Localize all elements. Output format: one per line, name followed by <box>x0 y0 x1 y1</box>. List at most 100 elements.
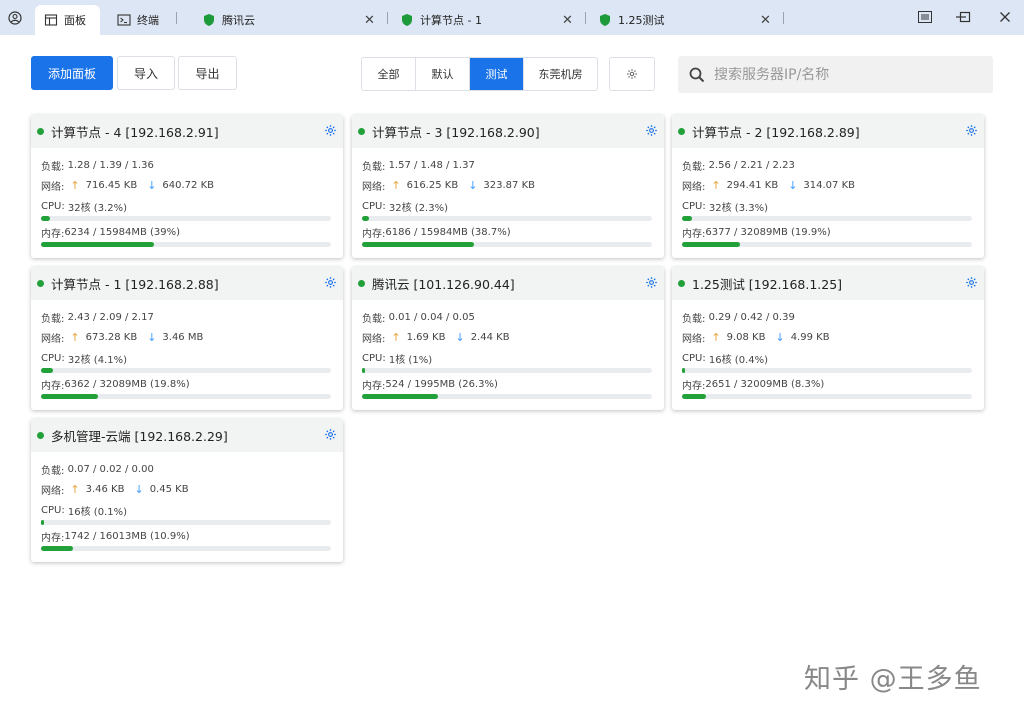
arrow-down-icon: ↓ <box>468 179 478 193</box>
server-card[interactable]: 计算节点 - 2 [192.168.2.89] 负载: 2.56 / 2.21 /… <box>672 115 984 258</box>
gear-icon[interactable] <box>324 428 337 441</box>
gear-icon[interactable] <box>965 124 978 137</box>
mem-label: 内存: <box>41 381 65 393</box>
menu-button[interactable] <box>917 9 933 25</box>
server-card[interactable]: 计算节点 - 3 [192.168.2.90] 负载: 1.57 / 1.48 /… <box>352 115 664 258</box>
load-row: 负载: 0.29 / 0.42 / 0.39 <box>682 307 974 328</box>
user-icon[interactable] <box>8 11 22 25</box>
load-value: 2.43 / 2.09 / 2.17 <box>67 311 154 323</box>
close-icon[interactable]: ✕ <box>760 13 771 28</box>
close-icon[interactable]: ✕ <box>562 13 573 28</box>
card-title: 计算节点 - 3 [192.168.2.90] <box>372 125 540 140</box>
load-label: 负载: <box>41 313 65 325</box>
card-title: 1.25测试 [192.168.1.25] <box>692 277 843 292</box>
network-row: 网络: ↑ 3.46 KB ↓ 0.45 KB <box>41 480 333 501</box>
search-input[interactable] <box>714 66 964 83</box>
mem-row: 内存: 6362 / 32089MB (19.8%) <box>41 375 333 396</box>
cpu-bar-fill <box>682 215 692 221</box>
network-row: 网络: ↑ 1.69 KB ↓ 2.44 KB <box>362 328 654 349</box>
add-panel-button[interactable]: 添加面板 <box>31 56 113 90</box>
net-up-value: 3.46 KB <box>85 484 125 496</box>
cpu-value: 16核 (0.1%) <box>67 506 128 518</box>
network-row: 网络: ↑ 616.25 KB ↓ 323.87 KB <box>362 176 654 197</box>
card-body: 负载: 1.28 / 1.39 / 1.36 网络: ↑ 716.45 KB ↓ 640.… <box>31 148 343 247</box>
load-label: 负载: <box>682 161 706 173</box>
gear-icon[interactable] <box>645 276 658 289</box>
import-button[interactable]: 导入 <box>117 56 175 90</box>
menu-icon <box>918 11 932 23</box>
mem-bar <box>682 242 972 247</box>
arrow-down-icon: ↓ <box>455 331 465 345</box>
mem-bar <box>362 394 652 399</box>
cpu-row: CPU: 16核 (0.4%) <box>682 348 974 369</box>
server-card[interactable]: 计算节点 - 1 [192.168.2.88] 负载: 2.43 / 2.09 /… <box>31 267 343 410</box>
cpu-row: CPU: 32核 (3.3%) <box>682 196 974 217</box>
mem-row: 内存: 2651 / 32009MB (8.3%) <box>682 375 974 396</box>
arrow-up-icon: ↑ <box>391 179 401 193</box>
card-body: 负载: 0.29 / 0.42 / 0.39 网络: ↑ 9.08 KB ↓ 4.99 K… <box>672 300 984 399</box>
gear-icon[interactable] <box>324 276 337 289</box>
close-window-button[interactable] <box>997 9 1013 25</box>
cpu-row: CPU: 1核 (1%) <box>362 348 654 369</box>
tab-125-test[interactable]: 1.25测试 ✕ <box>592 5 782 35</box>
gear-icon[interactable] <box>645 124 658 137</box>
server-card[interactable]: 计算节点 - 4 [192.168.2.91] 负载: 1.28 / 1.39 /… <box>31 115 343 258</box>
cpu-label: CPU: <box>362 200 386 212</box>
card-header: 腾讯云 [101.126.90.44] <box>352 267 664 300</box>
gear-icon[interactable] <box>965 276 978 289</box>
load-label: 负载: <box>362 161 386 173</box>
group-tab-default[interactable]: 默认 <box>416 58 470 90</box>
arrow-up-icon: ↑ <box>70 331 80 345</box>
group-tab-dongguan[interactable]: 东莞机房 <box>524 58 597 90</box>
status-dot <box>678 280 685 287</box>
server-card[interactable]: 多机管理-云端 [192.168.2.29] 负载: 0.07 / 0.02 / … <box>31 419 343 562</box>
mem-value: 6377 / 32089MB (19.9%) <box>705 227 831 239</box>
cpu-row: CPU: 32核 (2.3%) <box>362 196 654 217</box>
gear-icon <box>627 69 637 79</box>
server-card[interactable]: 1.25测试 [192.168.1.25] 负载: 0.29 / 0.42 / 0… <box>672 267 984 410</box>
card-title: 多机管理-云端 [192.168.2.29] <box>51 429 228 444</box>
net-down-value: 0.45 KB <box>149 484 189 496</box>
mem-label: 内存: <box>41 229 65 241</box>
mem-bar-fill <box>362 394 439 399</box>
net-label: 网络: <box>362 334 386 346</box>
tab-tencent-cloud[interactable]: 腾讯云 ✕ <box>196 5 386 35</box>
cpu-bar-fill <box>682 367 686 373</box>
group-settings-button[interactable] <box>609 57 655 91</box>
tab-terminal[interactable]: 终端 <box>111 5 171 35</box>
close-icon[interactable]: ✕ <box>364 13 375 28</box>
export-button[interactable]: 导出 <box>178 56 237 90</box>
arrow-up-icon: ↑ <box>391 331 401 345</box>
tab-panel[interactable]: 面板 <box>35 5 100 35</box>
shield-icon <box>600 14 610 26</box>
status-dot <box>678 128 685 135</box>
status-dot <box>37 128 44 135</box>
mem-value: 6362 / 32089MB (19.8%) <box>64 379 190 391</box>
group-tab-all[interactable]: 全部 <box>362 58 416 90</box>
load-label: 负载: <box>362 313 386 325</box>
network-row: 网络: ↑ 9.08 KB ↓ 4.99 KB <box>682 328 974 349</box>
mem-value: 524 / 1995MB (26.3%) <box>385 379 498 391</box>
cpu-bar-fill <box>41 367 53 373</box>
server-card[interactable]: 腾讯云 [101.126.90.44] 负载: 0.01 / 0.04 / 0.0… <box>352 267 664 410</box>
tab-compute-node-1[interactable]: 计算节点 - 1 ✕ <box>394 5 584 35</box>
load-value: 1.57 / 1.48 / 1.37 <box>388 159 475 171</box>
gear-icon[interactable] <box>324 124 337 137</box>
load-value: 2.56 / 2.21 / 2.23 <box>708 159 795 171</box>
arrow-up-icon: ↑ <box>711 331 721 345</box>
tab-label: 1.25测试 <box>618 14 665 27</box>
mem-bar-fill <box>682 242 740 247</box>
card-header: 计算节点 - 1 [192.168.2.88] <box>31 267 343 300</box>
search-icon[interactable] <box>688 66 706 84</box>
arrow-up-icon: ↑ <box>70 483 80 497</box>
cpu-bar <box>41 367 331 373</box>
mem-value: 2651 / 32009MB (8.3%) <box>705 379 825 391</box>
card-title: 计算节点 - 1 [192.168.2.88] <box>51 277 219 292</box>
arrow-down-icon: ↓ <box>775 331 785 345</box>
terminal-icon <box>117 14 131 26</box>
maximize-button[interactable] <box>957 9 973 25</box>
load-label: 负载: <box>41 465 65 477</box>
tab-separator <box>585 12 586 24</box>
group-tab-test[interactable]: 测试 <box>470 58 524 90</box>
arrow-down-icon: ↓ <box>147 179 157 193</box>
